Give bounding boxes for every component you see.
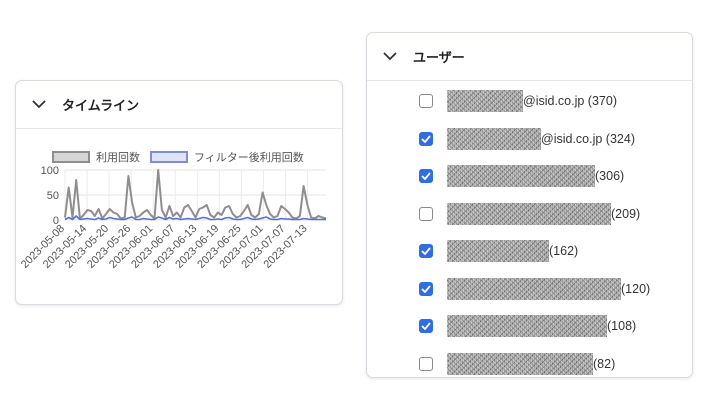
user-count-label: (82): [593, 357, 616, 371]
user-item[interactable]: (108): [419, 314, 636, 338]
timeline-title: タイムライン: [62, 98, 140, 113]
timeline-header[interactable]: タイムライン: [16, 81, 342, 129]
chevron-down-icon[interactable]: [373, 52, 407, 61]
user-item[interactable]: @isid.co.jp (324): [419, 127, 635, 151]
redacted-username: [447, 203, 611, 225]
user-count-label: @isid.co.jp (324): [541, 132, 635, 146]
user-item[interactable]: (82): [419, 352, 615, 376]
user-count-label: (209): [611, 207, 641, 221]
y-tick-label: 50: [47, 190, 59, 202]
chart-legend: 利用回数 フィルター後利用回数: [52, 149, 304, 165]
user-checkbox[interactable]: [419, 169, 433, 183]
redacted-username: [447, 315, 607, 337]
legend-swatch-usage[interactable]: [52, 151, 90, 163]
series-line-usage: [64, 169, 327, 220]
user-checkbox[interactable]: [419, 357, 433, 371]
redacted-username: [447, 128, 541, 150]
users-panel: ユーザー @isid.co.jp (370) @isid.co.jp (324)…: [366, 32, 693, 378]
user-count-label: (120): [621, 282, 651, 296]
user-item[interactable]: (306): [419, 164, 624, 188]
timeline-panel: タイムライン 利用回数 フィルター後利用回数 100 50 0 2023-05-08 2…: [15, 80, 343, 305]
user-count-label: (162): [549, 244, 579, 258]
redacted-username: [447, 353, 593, 375]
user-item[interactable]: @isid.co.jp (370): [419, 89, 617, 113]
users-header[interactable]: ユーザー: [367, 33, 692, 81]
user-item[interactable]: (120): [419, 277, 650, 301]
user-checkbox[interactable]: [419, 94, 433, 108]
redacted-username: [447, 90, 523, 112]
timeline-chart: 1005002023-05-082023-05-142023-05-202023…: [19, 165, 327, 271]
user-checkbox[interactable]: [419, 132, 433, 146]
user-checkbox[interactable]: [419, 207, 433, 221]
user-count-label: @isid.co.jp (370): [523, 94, 617, 108]
legend-label-usage: 利用回数: [96, 152, 140, 164]
chevron-down-icon[interactable]: [22, 100, 56, 109]
y-tick-label: 100: [41, 165, 59, 177]
users-title: ユーザー: [413, 50, 465, 65]
user-item[interactable]: (162): [419, 239, 578, 263]
user-checkbox[interactable]: [419, 244, 433, 258]
redacted-username: [447, 165, 595, 187]
user-count-label: (108): [607, 319, 637, 333]
redacted-username: [447, 240, 549, 262]
user-checkbox[interactable]: [419, 319, 433, 333]
user-item[interactable]: (209): [419, 202, 640, 226]
user-checkbox[interactable]: [419, 282, 433, 296]
legend-swatch-filtered[interactable]: [150, 151, 188, 163]
redacted-username: [447, 278, 621, 300]
user-list[interactable]: @isid.co.jp (370) @isid.co.jp (324) (306…: [367, 81, 692, 377]
legend-label-filtered: フィルター後利用回数: [194, 152, 304, 164]
user-count-label: (306): [595, 169, 625, 183]
